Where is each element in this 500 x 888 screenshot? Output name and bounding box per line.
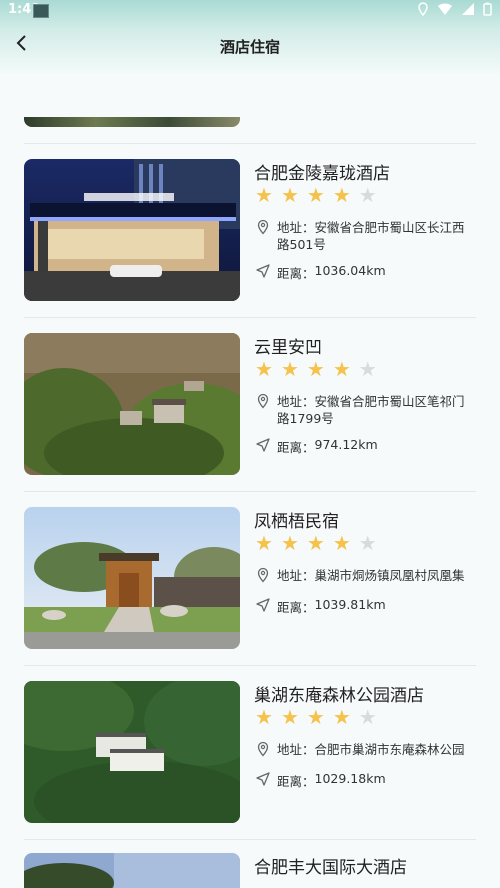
hotel-name: 巢湖东庵森林公园酒店 bbox=[254, 686, 424, 706]
rating-stars: ★ ★ ★ ★ ★ bbox=[255, 707, 377, 727]
location-pin-icon bbox=[257, 741, 269, 757]
signal-icon bbox=[462, 3, 474, 15]
star-icon: ★ bbox=[306, 357, 325, 381]
star-empty-icon: ★ bbox=[358, 183, 377, 207]
rating-stars: ★ ★ ★ ★ ★ bbox=[255, 359, 377, 379]
star-icon: ★ bbox=[255, 705, 273, 729]
star-icon: ★ bbox=[255, 357, 273, 381]
star-icon: ★ bbox=[280, 183, 299, 207]
hotel-image[interactable] bbox=[24, 853, 240, 888]
star-icon: ★ bbox=[255, 531, 273, 555]
divider bbox=[24, 665, 476, 666]
star-empty-icon: ★ bbox=[358, 357, 377, 381]
star-icon: ★ bbox=[280, 357, 299, 381]
star-empty-icon: ★ bbox=[358, 705, 377, 729]
address-label: 地址： bbox=[277, 742, 315, 757]
hotel-distance: 距离： 1039.81km bbox=[255, 597, 386, 616]
star-icon: ★ bbox=[306, 705, 325, 729]
hotel-address: 地址：安徽省合肥市蜀山区长江西路501号 bbox=[255, 219, 477, 253]
hotel-image-partial[interactable] bbox=[24, 117, 240, 127]
distance-label: 距离： bbox=[277, 774, 315, 789]
location-pin-icon bbox=[257, 219, 269, 235]
hotel-image[interactable] bbox=[24, 507, 240, 649]
navigation-arrow-icon bbox=[256, 438, 270, 452]
star-icon: ★ bbox=[332, 705, 351, 729]
hotel-name: 凤栖梧民宿 bbox=[254, 512, 339, 532]
distance-label: 距离： bbox=[277, 600, 315, 615]
status-icons bbox=[417, 2, 492, 16]
rating-stars: ★ ★ ★ ★ ★ bbox=[255, 533, 377, 553]
distance-label: 距离： bbox=[277, 266, 315, 281]
star-icon: ★ bbox=[255, 183, 273, 207]
hotel-name: 云里安凹 bbox=[254, 338, 322, 358]
page-title: 酒店住宿 bbox=[219, 38, 280, 56]
notification-icon bbox=[33, 4, 49, 18]
hotel-name: 合肥丰大国际大酒店 bbox=[254, 858, 407, 878]
address-label: 地址： bbox=[277, 568, 315, 583]
star-icon: ★ bbox=[332, 531, 351, 555]
navigation-arrow-icon bbox=[256, 772, 270, 786]
divider bbox=[24, 143, 476, 144]
battery-icon bbox=[483, 2, 492, 16]
star-icon: ★ bbox=[306, 531, 325, 555]
hotel-distance: 距离： 974.12km bbox=[255, 437, 378, 456]
distance-value: 1036.04km bbox=[314, 263, 386, 278]
hotel-image[interactable] bbox=[24, 681, 240, 823]
hotel-image[interactable] bbox=[24, 333, 240, 475]
distance-value: 1029.18km bbox=[314, 771, 386, 786]
divider bbox=[24, 839, 476, 840]
hotel-card[interactable]: 巢湖东庵森林公园酒店 ★ ★ ★ ★ ★ 地址：合肥市巢湖市东庵森林公园 距离：… bbox=[0, 681, 500, 823]
address-label: 地址： bbox=[277, 394, 315, 409]
hotel-card[interactable]: 合肥金陵嘉珑酒店 ★ ★ ★ ★ ★ 地址：安徽省合肥市蜀山区长江西路501号 … bbox=[0, 159, 500, 301]
distance-label: 距离： bbox=[277, 440, 315, 455]
location-pin-icon bbox=[257, 567, 269, 583]
status-bar: 1:41 bbox=[0, 0, 500, 22]
hotel-card[interactable]: 合肥丰大国际大酒店 bbox=[0, 853, 500, 888]
wifi-icon bbox=[438, 3, 452, 15]
hotel-card[interactable]: 凤栖梧民宿 ★ ★ ★ ★ ★ 地址：巢湖市烔炀镇凤凰村凤凰集 距离： 1039.… bbox=[0, 507, 500, 649]
hotel-distance: 距离： 1036.04km bbox=[255, 263, 386, 282]
hotel-address: 地址：巢湖市烔炀镇凤凰村凤凰集 bbox=[255, 567, 477, 584]
divider bbox=[24, 491, 476, 492]
hotel-card[interactable]: 云里安凹 ★ ★ ★ ★ ★ 地址：安徽省合肥市蜀山区笔祁门路1799号 距离：… bbox=[0, 333, 500, 475]
distance-value: 974.12km bbox=[314, 437, 378, 452]
star-icon: ★ bbox=[280, 531, 299, 555]
address-label: 地址： bbox=[277, 220, 315, 235]
star-icon: ★ bbox=[280, 705, 299, 729]
star-icon: ★ bbox=[306, 183, 325, 207]
hotel-address: 地址：安徽省合肥市蜀山区笔祁门路1799号 bbox=[255, 393, 477, 427]
star-empty-icon: ★ bbox=[358, 531, 377, 555]
hotel-distance: 距离： 1029.18km bbox=[255, 771, 386, 790]
divider bbox=[24, 317, 476, 318]
hotel-name: 合肥金陵嘉珑酒店 bbox=[254, 164, 390, 184]
star-icon: ★ bbox=[332, 183, 351, 207]
distance-value: 1039.81km bbox=[314, 597, 386, 612]
navigation-arrow-icon bbox=[256, 598, 270, 612]
hotel-address: 地址：合肥市巢湖市东庵森林公园 bbox=[255, 741, 477, 758]
location-status-icon bbox=[418, 2, 428, 16]
location-pin-icon bbox=[257, 393, 269, 409]
hotel-image[interactable] bbox=[24, 159, 240, 301]
address-value: 巢湖市烔炀镇凤凰村凤凰集 bbox=[314, 568, 465, 583]
star-icon: ★ bbox=[332, 357, 351, 381]
rating-stars: ★ ★ ★ ★ ★ bbox=[255, 185, 377, 205]
navigation-arrow-icon bbox=[256, 264, 270, 278]
address-value: 合肥市巢湖市东庵森林公园 bbox=[314, 742, 465, 757]
